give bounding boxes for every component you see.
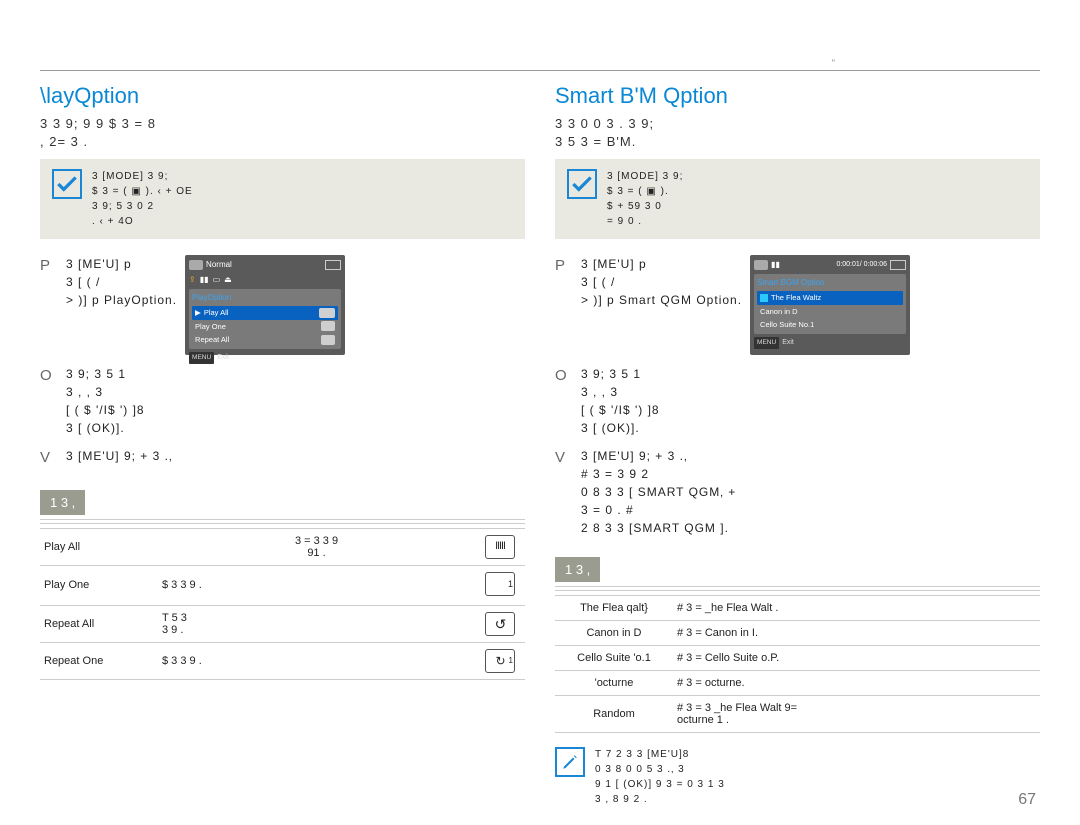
repeat-one-icon: [485, 649, 515, 673]
table-row: The Flea qalt}# 3 = _he Flea Walt .: [555, 596, 1040, 621]
right-step-v: 3 [ME'U] 9; + 3 .‚ # 3 = 3 9 2 0 8 3 3 […: [581, 447, 1040, 537]
lock-icon: ⏏: [224, 274, 232, 286]
header-rule: [40, 70, 1040, 71]
mini-exit: Exit: [782, 338, 794, 349]
mini-row: Repeat All: [192, 333, 338, 346]
header-quote: ": [832, 58, 835, 68]
left-step-v: 3 [ME'U] 9; + 3 .‚: [66, 447, 525, 470]
camera-icon: [189, 260, 203, 270]
battery-icon: [325, 260, 341, 270]
check-icon: [52, 169, 82, 199]
page-number: 67: [1018, 791, 1036, 809]
right-step-o: 3 9; 3 5 1 3 , , 3 [ ( $ '/I$ ') ]8 3 [ …: [581, 365, 1040, 437]
share-icon: ⇪: [189, 274, 196, 286]
right-options-table: The Flea qalt}# 3 = _he Flea Walt . Cano…: [555, 595, 1040, 733]
right-note: 3 [MODE] 3 9; $ 3 = ( ▣ ). $ + 59 3 0 = …: [555, 159, 1040, 239]
left-note-text: 3 [MODE] 3 9; $ 3 = ( ▣ ). ‹ + OE 3 9; 5…: [92, 169, 193, 229]
pencil-icon: [555, 747, 585, 777]
step-marker-v: V: [40, 447, 54, 470]
right-column: Smart B'M Qption 3 3 0 0 3 . 3 9; 3 5 3 …: [555, 83, 1040, 823]
mini-row: Cello Suite No.1: [757, 318, 903, 331]
one-icon: [485, 572, 515, 596]
step-marker-p: P: [40, 255, 54, 355]
step-marker-o: O: [40, 365, 54, 437]
left-lead: 3 3 9; 9 9 $ 3 = 8 , 2= 3 .: [40, 115, 525, 151]
step-marker-p: P: [555, 255, 569, 355]
mini-selected-row: The Flea Waltz: [757, 291, 903, 304]
table-row: Repeat All T 5 3 3 9 .: [40, 605, 525, 642]
all-icon: ⅢⅡ: [485, 535, 515, 559]
table-row: Repeat One $ 3 3 9 .: [40, 642, 525, 679]
right-footnote: T 7 2 3 3 [ME'U]8 0 3 8 0 0 5 3 .‚ 3 9 1…: [555, 741, 1040, 807]
mini-title: PlayOption: [192, 292, 338, 304]
right-note-text: 3 [MODE] 3 9; $ 3 = ( ▣ ). $ + 59 3 0 = …: [607, 169, 683, 229]
table-row: Play One $ 3 3 9 .: [40, 565, 525, 605]
menu-button-icon: MENU: [189, 352, 214, 364]
mini-row: Canon in D: [757, 305, 903, 318]
pause-icon: ▮▮: [200, 274, 209, 286]
mini-exit: Exit: [217, 353, 229, 364]
right-heading: Smart B'M Qption: [555, 83, 1040, 109]
repeat-all-icon: [485, 612, 515, 636]
mini-normal: Normal: [206, 259, 232, 271]
left-mini-preview: Normal ⇪ ▮▮ ▭ ⏏ PlayOption: [185, 255, 345, 355]
mini-row: Play One: [192, 320, 338, 333]
play-icon: ▮▮: [771, 259, 780, 271]
camera-icon: [754, 260, 768, 270]
step-marker-v: V: [555, 447, 569, 537]
battery-icon: [890, 260, 906, 270]
table-row: Play All 3 = 3 3 9 91 . ⅢⅡ: [40, 528, 525, 565]
mini-selected-row: ▶ Play All: [192, 306, 338, 319]
check-icon: [760, 294, 768, 302]
left-tab: 1 3 ,: [40, 490, 85, 515]
play-icon: ▶: [195, 307, 201, 318]
left-step-p: 3 [ME'U] p 3 [ ( / > )] p PlayOption.: [66, 255, 177, 309]
right-footnote-text: T 7 2 3 3 [ME'U]8 0 3 8 0 0 5 3 .‚ 3 9 1…: [595, 747, 725, 807]
left-note: 3 [MODE] 3 9; $ 3 = ( ▣ ). ‹ + OE 3 9; 5…: [40, 159, 525, 239]
mini-title: Smart BGM Option: [757, 277, 903, 289]
table-row: Random# 3 = 3 _he Flea Walt 9= octurne 1…: [555, 696, 1040, 733]
all-icon: [319, 308, 335, 318]
table-row: Canon in D# 3 = Canon in I.: [555, 621, 1040, 646]
left-options-table: Play All 3 = 3 3 9 91 . ⅢⅡ Play One $ 3 …: [40, 528, 525, 680]
right-lead: 3 3 0 0 3 . 3 9; 3 5 3 = B'M.: [555, 115, 1040, 151]
folder-icon: ▭: [213, 274, 221, 286]
menu-button-icon: MENU: [754, 337, 779, 349]
mini-time: 0:00:01/ 0:00:06: [836, 260, 887, 271]
right-mini-preview: ▮▮ 0:00:01/ 0:00:06 Smart BGM Option The…: [750, 255, 910, 355]
check-icon: [567, 169, 597, 199]
right-step-p: 3 [ME'U] p 3 [ ( / > )] p Smart QGM Opti…: [581, 255, 742, 309]
left-heading: \layQption: [40, 83, 525, 109]
table-row: 'octurne# 3 = octurne.: [555, 671, 1040, 696]
step-marker-o: O: [555, 365, 569, 437]
right-tab: 1 3 ,: [555, 557, 600, 582]
left-step-o: 3 9; 3 5 1 3 , , 3 [ ( $ '/I$ ') ]8 3 [ …: [66, 365, 525, 437]
left-column: \layQption 3 3 9; 9 9 $ 3 = 8 , 2= 3 . 3…: [40, 83, 525, 823]
table-row: Cello Suite 'o.1# 3 = Cello Suite o.P.: [555, 646, 1040, 671]
